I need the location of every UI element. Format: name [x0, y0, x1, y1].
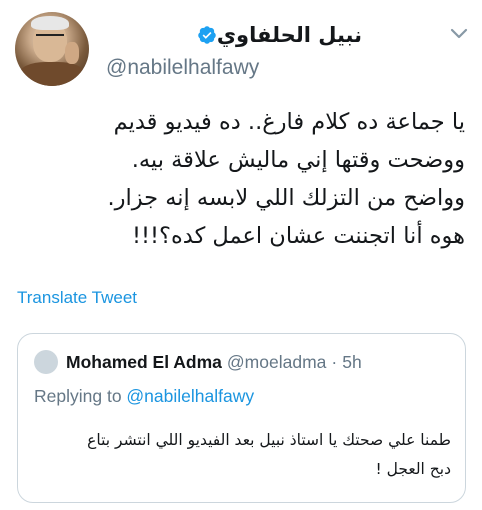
avatar-shirt: [19, 62, 85, 86]
quoted-tweet-line: دبح العجل !: [375, 460, 451, 478]
separator-dot: ·: [331, 351, 338, 372]
translate-tweet-link[interactable]: Translate Tweet: [17, 288, 137, 308]
quoted-tweet-line: طمنا علي صحتك يا استاذ نبيل بعد الفيديو …: [87, 431, 451, 449]
author-name-row[interactable]: نبيل الحلفاوي: [191, 20, 362, 50]
avatar-hair: [31, 16, 69, 30]
quoted-author-name[interactable]: Mohamed El Adma: [66, 352, 222, 373]
author-avatar[interactable]: [15, 12, 89, 86]
quoted-tweet-card[interactable]: Mohamed El Adma @moeladma · 5h Replying …: [17, 333, 466, 503]
replying-to-prefix: Replying to: [34, 386, 127, 406]
tweet-body: يا جماعة ده كلام فارغ.. ده فيديو قديم وو…: [15, 103, 465, 255]
quoted-author-avatar[interactable]: [34, 350, 58, 374]
quoted-tweet-body: طمنا علي صحتك يا استاذ نبيل بعد الفيديو …: [31, 426, 451, 484]
verified-badge-icon: [198, 26, 216, 44]
avatar-hand: [65, 42, 79, 64]
replying-to: Replying to @nabilelhalfawy: [34, 386, 254, 407]
author-display-name[interactable]: نبيل الحلفاوي: [217, 23, 362, 47]
tweet-header: نبيل الحلفاوي @nabilelhalfawy: [0, 0, 482, 95]
author-handle[interactable]: @nabilelhalfawy: [106, 56, 259, 80]
quoted-tweet-header: Mohamed El Adma @moeladma · 5h: [34, 350, 362, 374]
tweet-line: وواضح من التزلك اللي لابسه إنه جزار.: [107, 185, 465, 211]
tweet-line: يا جماعة ده كلام فارغ.. ده فيديو قديم: [113, 109, 465, 135]
avatar-glasses: [36, 34, 64, 41]
tweet-line: هوه أنا اتجننت عشان اعمل كده؟!!!: [131, 223, 465, 249]
replying-to-handle-link[interactable]: @nabilelhalfawy: [126, 386, 254, 406]
chevron-down-icon[interactable]: [449, 26, 469, 42]
quoted-tweet-time[interactable]: 5h: [342, 352, 361, 373]
quoted-author-handle[interactable]: @moeladma: [227, 352, 326, 373]
tweet-line: ووضحت وقتها إني ماليش علاقة بيه.: [131, 147, 465, 173]
